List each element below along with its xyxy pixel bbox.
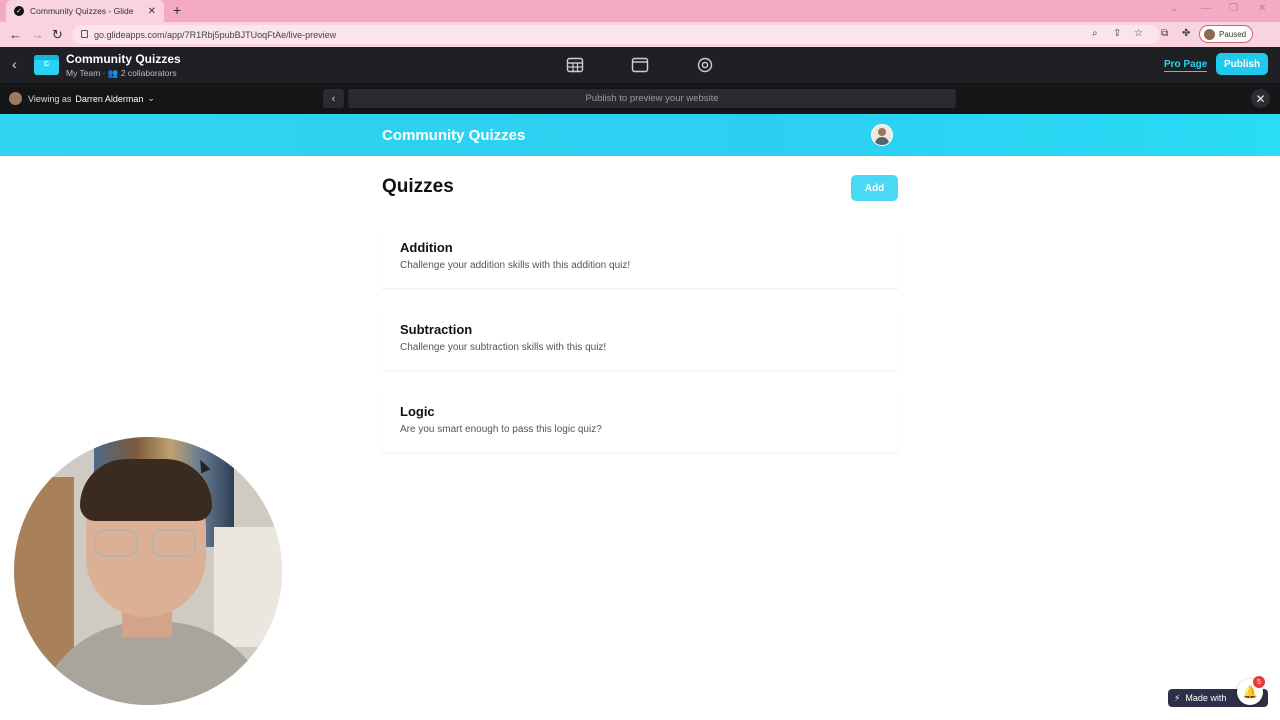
builder-toolbar: ‹ C Community Quizzes My Team · 👥 2 coll… — [0, 47, 1280, 83]
quiz-description: Challenge your subtraction skills with t… — [400, 342, 607, 353]
presenter-glasses — [94, 529, 198, 559]
url-field[interactable]: go.glideapps.com/app/7R1Rbj5pubBJTUoqFtA… — [72, 25, 1160, 44]
profile-status: Paused — [1219, 29, 1247, 39]
quiz-title: Subtraction — [400, 322, 473, 337]
window-close-icon[interactable]: ✕ — [1258, 3, 1266, 14]
tab-close-icon[interactable]: ✕ — [148, 6, 156, 17]
viewing-as-avatar — [9, 92, 22, 105]
puzzle-icon[interactable]: ✤ — [1182, 28, 1190, 39]
new-tab-button[interactable]: + — [173, 2, 181, 18]
close-preview-icon[interactable]: ✕ — [1251, 89, 1270, 108]
quiz-card-addition[interactable]: Addition Challenge your addition skills … — [382, 227, 898, 289]
glide-favicon-icon: ✓ — [14, 6, 24, 16]
share-icon[interactable]: ⇪ — [1113, 28, 1121, 39]
webcam-background-right — [214, 527, 282, 647]
viewing-as-user: Darren Alderman — [75, 93, 144, 104]
preview-bar: Viewing as Darren Alderman ⌄ ‹ Publish t… — [0, 83, 1280, 114]
viewing-as-selector[interactable]: Viewing as Darren Alderman ⌄ — [9, 92, 155, 105]
quiz-description: Are you smart enough to pass this logic … — [400, 424, 602, 435]
settings-icon[interactable] — [696, 56, 714, 74]
builder-app-name: Community Quizzes — [66, 52, 181, 66]
profile-avatar — [1204, 28, 1215, 40]
viewing-as-label: Viewing as — [28, 93, 72, 104]
minimize-icon[interactable]: — — [1201, 3, 1211, 14]
tab-title: Community Quizzes - Glide — [30, 6, 134, 16]
made-with-label: Made with — [1185, 693, 1227, 703]
quiz-card-logic[interactable]: Logic Are you smart enough to pass this … — [382, 391, 898, 453]
publish-button[interactable]: Publish — [1216, 53, 1268, 75]
restore-icon[interactable]: ❐ — [1229, 3, 1238, 14]
back-arrow-icon[interactable]: ← — [9, 27, 22, 42]
data-table-icon[interactable] — [566, 56, 584, 74]
app-icon: C — [34, 55, 59, 75]
profile-button[interactable]: Paused — [1199, 25, 1253, 43]
quiz-title: Addition — [400, 240, 453, 255]
webcam-background-left — [14, 477, 74, 677]
zoom-icon[interactable]: ⌕ — [1092, 28, 1098, 39]
presenter-hair — [80, 459, 212, 521]
browser-tab[interactable]: ✓ Community Quizzes - Glide ✕ — [6, 0, 164, 22]
preview-url-field: Publish to preview your website — [348, 89, 956, 108]
builder-back-icon[interactable]: ‹ — [12, 56, 17, 72]
browser-tabstrip: ✓ Community Quizzes - Glide ✕ + ⌄ — ❐ ✕ — [0, 0, 1280, 22]
bookmark-star-icon[interactable]: ☆ — [1134, 28, 1143, 39]
webcam-overlay — [14, 437, 282, 705]
app-icon-letter: C — [44, 61, 50, 68]
reload-icon[interactable]: ↻ — [52, 27, 63, 43]
notification-count-badge: 5 — [1253, 676, 1265, 688]
tab-search-icon[interactable]: ⌄ — [1170, 3, 1178, 14]
url-text: go.glideapps.com/app/7R1Rbj5pubBJTUoqFtA… — [94, 29, 337, 40]
page-title: Quizzes — [382, 176, 454, 197]
user-avatar[interactable] — [871, 124, 893, 146]
app-header: Community Quizzes — [0, 114, 1280, 156]
lightning-icon: ⚡ — [1174, 692, 1181, 703]
app-title[interactable]: Community Quizzes — [382, 127, 525, 144]
lock-icon — [81, 30, 88, 38]
quiz-title: Logic — [400, 404, 435, 419]
forward-arrow-icon[interactable]: → — [31, 27, 44, 42]
preview-url-placeholder: Publish to preview your website — [585, 93, 719, 104]
pro-page-link[interactable]: Pro Page — [1164, 59, 1208, 72]
add-quiz-button[interactable]: Add — [851, 175, 898, 201]
chevron-down-icon: ⌄ — [147, 93, 155, 103]
address-bar: ← → ↻ go.glideapps.com/app/7R1Rbj5pubBJT… — [0, 22, 1280, 47]
team-info: My Team · 👥 2 collaborators — [66, 68, 177, 78]
preview-back-button[interactable]: ‹ — [323, 89, 344, 108]
quiz-description: Challenge your addition skills with this… — [400, 260, 631, 271]
quiz-card-subtraction[interactable]: Subtraction Challenge your subtraction s… — [382, 309, 898, 371]
extension-icon[interactable]: ⧉ — [1161, 28, 1168, 39]
layout-icon[interactable] — [631, 56, 649, 74]
